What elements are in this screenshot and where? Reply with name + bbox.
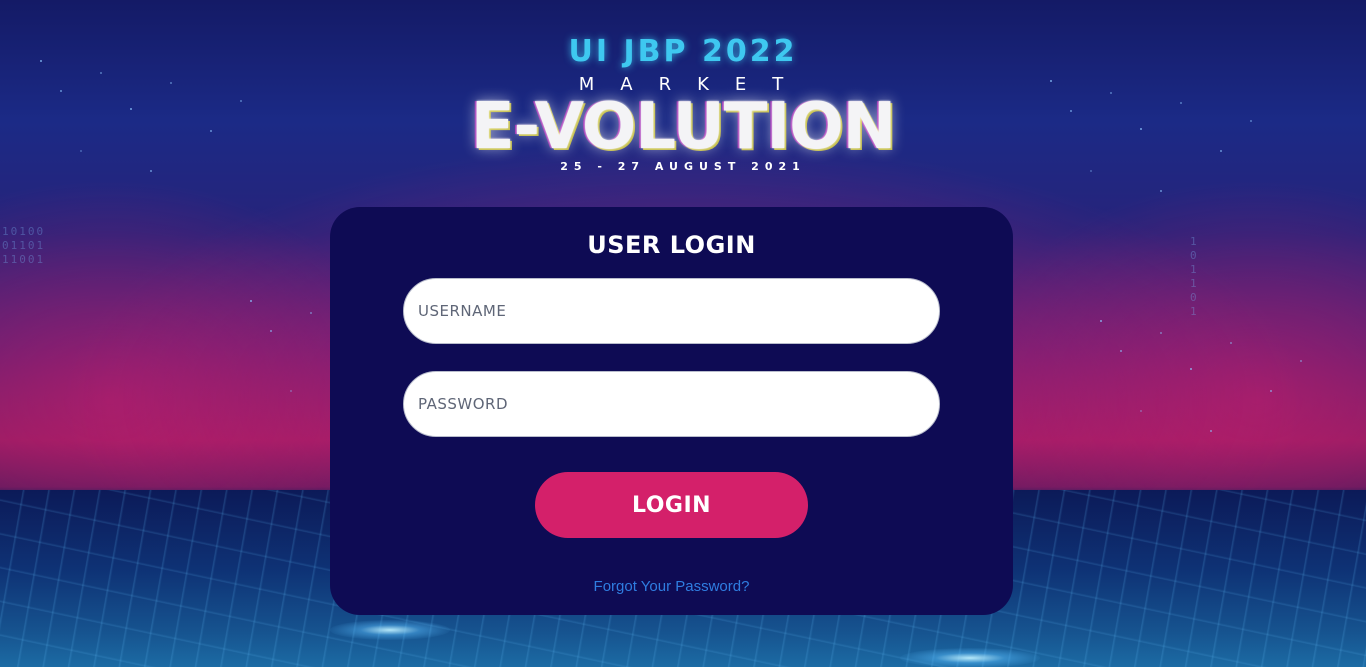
username-input[interactable] xyxy=(403,278,940,344)
background-particles xyxy=(40,60,42,62)
login-button[interactable]: LOGIN xyxy=(535,472,808,538)
background-particles xyxy=(250,300,252,302)
logo-event-name: UI JBP 2022 xyxy=(568,34,798,69)
background-binary-code: 101101 xyxy=(1190,235,1199,318)
background-particles xyxy=(1100,320,1102,322)
event-logo: UI JBP 2022 MARKET E-VOLUTION 25 - 27 AU… xyxy=(470,34,896,179)
light-glow xyxy=(900,648,1040,667)
login-title: USER LOGIN xyxy=(587,231,756,259)
login-card: USER LOGIN LOGIN Forgot Your Password? xyxy=(330,207,1013,615)
logo-evolution-text: E-VOLUTION xyxy=(470,90,896,164)
logo-event-dates: 25 - 27 AUGUST 2021 xyxy=(560,160,806,173)
forgot-password-link[interactable]: Forgot Your Password? xyxy=(330,578,1013,595)
background-particles xyxy=(1050,80,1052,82)
background-binary-code: 10100 01101 11001 xyxy=(2,225,46,266)
light-glow xyxy=(330,620,450,640)
password-input[interactable] xyxy=(403,371,940,437)
